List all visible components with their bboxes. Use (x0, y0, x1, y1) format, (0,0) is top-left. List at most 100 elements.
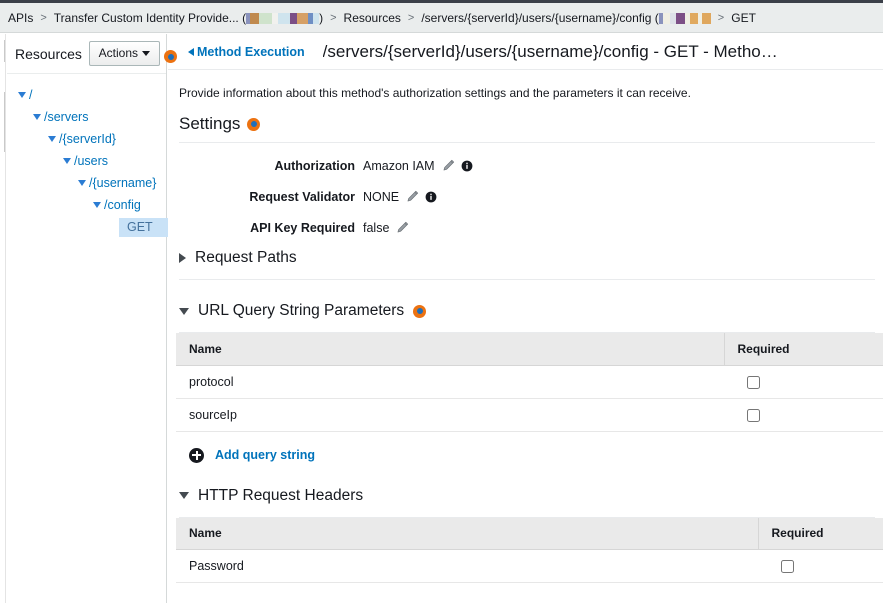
column-header-required: Required (758, 518, 883, 550)
tree-item-serverid[interactable]: /{serverId} (7, 128, 166, 150)
required-checkbox[interactable] (781, 560, 794, 573)
plus-icon (189, 448, 204, 463)
chevron-down-icon[interactable] (30, 114, 44, 120)
info-icon[interactable] (461, 160, 473, 172)
help-bubble-icon-query-params[interactable] (413, 305, 426, 318)
section-header-url-query-string-parameters[interactable]: URL Query String Parameters (179, 296, 883, 326)
setting-label: Request Validator (168, 190, 363, 204)
tree-item-users[interactable]: /users (7, 150, 166, 172)
help-bubble-icon-panel[interactable] (164, 50, 177, 63)
tree-item-[interactable]: / (7, 84, 166, 106)
left-rail (0, 34, 6, 603)
add-query-string-row[interactable]: Add query string (189, 448, 883, 463)
chevron-down-glyph (33, 114, 41, 120)
arrow-left-icon (188, 48, 194, 56)
section-title-http-request-headers: HTTP Request Headers (198, 487, 363, 505)
section-header-http-request-headers[interactable]: HTTP Request Headers (179, 481, 883, 511)
table-row: sourceIp (176, 398, 883, 431)
sidebar-header: Resources Actions (7, 34, 166, 74)
chevron-down-icon[interactable] (90, 202, 104, 208)
tree-item-label: GET (119, 218, 175, 237)
table-header-row: Name Required (176, 518, 883, 550)
add-query-string-link[interactable]: Add query string (215, 448, 315, 462)
param-name-cell: Password (176, 550, 758, 583)
help-bubble-icon-settings[interactable] (247, 118, 260, 131)
tree-item-username[interactable]: /{username} (7, 172, 166, 194)
tree-item-label: /servers (44, 110, 88, 124)
tree-item-label: /users (74, 154, 108, 168)
query-string-parameters-table: Name Required protocolsourceIp (176, 333, 883, 432)
resources-sidebar: Resources Actions / /servers /{serverId} /u… (7, 34, 167, 603)
chevron-down-icon (179, 492, 189, 499)
param-name-cell: protocol (176, 365, 724, 398)
required-checkbox[interactable] (747, 376, 760, 389)
setting-row-api-key-required: API Key Requiredfalse (168, 212, 883, 243)
tree-item-servers[interactable]: /servers (7, 106, 166, 128)
breadcrumb-api-id-redacted: () (239, 11, 323, 25)
chevron-down-icon[interactable] (45, 136, 59, 142)
rail-tick-lower (0, 92, 5, 152)
tree-item-label: / (29, 88, 32, 102)
pencil-edit-icon[interactable] (406, 190, 419, 203)
resource-tree: / /servers /{serverId} /users /{username} /co… (7, 74, 166, 238)
setting-value: false (363, 221, 409, 235)
setting-row-authorization: AuthorizationAmazon IAM (168, 150, 883, 181)
chevron-down-glyph (18, 92, 26, 98)
tree-item-label: /{serverId} (59, 132, 116, 146)
section-title-url-query-string-parameters: URL Query String Parameters (198, 302, 404, 320)
param-name-cell: sourceIp (176, 398, 724, 431)
param-required-cell (724, 398, 883, 431)
settings-heading-row: Settings (179, 114, 883, 134)
tree-item-label: /config (104, 198, 141, 212)
tree-item-config[interactable]: /config (7, 194, 166, 216)
intro-description: Provide information about this method's … (168, 70, 883, 100)
request-paths-divider (179, 279, 875, 280)
breadcrumb-separator: > (718, 12, 724, 24)
column-header-name: Name (176, 518, 758, 550)
setting-value: NONE (363, 190, 437, 204)
breadcrumb-item-resource-path[interactable]: /servers/{serverId}/users/{username}/con… (421, 11, 651, 25)
resources-title: Resources (15, 46, 82, 62)
pencil-edit-icon[interactable] (396, 221, 409, 234)
chevron-down-glyph (48, 136, 56, 142)
back-to-method-execution-link[interactable]: Method Execution (188, 45, 305, 59)
page-title: /servers/{serverId}/users/{username}/con… (323, 42, 778, 62)
chevron-down-icon[interactable] (15, 92, 29, 98)
settings-divider (179, 142, 875, 143)
breadcrumb-item-resources[interactable]: Resources (344, 11, 401, 25)
breadcrumb-resource-id-redacted: ( (651, 11, 710, 25)
param-required-cell (724, 365, 883, 398)
actions-button-label: Actions (99, 46, 138, 60)
breadcrumb-separator: > (40, 12, 46, 24)
actions-button[interactable]: Actions (89, 41, 160, 66)
setting-row-request-validator: Request ValidatorNONE (168, 181, 883, 212)
settings-heading: Settings (179, 114, 240, 134)
required-checkbox[interactable] (747, 409, 760, 422)
pencil-edit-icon[interactable] (442, 159, 455, 172)
param-required-cell (758, 550, 883, 583)
http-request-headers-table: Name Required Password (176, 518, 883, 584)
breadcrumb-item-api-name[interactable]: Transfer Custom Identity Provide... (54, 11, 239, 25)
settings-rows: AuthorizationAmazon IAMRequest Validator… (168, 150, 883, 243)
setting-value: Amazon IAM (363, 159, 473, 173)
info-icon[interactable] (425, 191, 437, 203)
breadcrumb-item-method: GET (731, 11, 756, 25)
section-title-request-paths: Request Paths (195, 249, 297, 267)
chevron-down-icon[interactable] (60, 158, 74, 164)
back-link-label: Method Execution (197, 45, 305, 59)
column-header-required: Required (724, 333, 883, 365)
breadcrumb-separator: > (330, 12, 336, 24)
section-header-request-paths[interactable]: Request Paths (179, 243, 883, 273)
table-row: Password (176, 550, 883, 583)
chevron-down-glyph (63, 158, 71, 164)
chevron-down-icon[interactable] (75, 180, 89, 186)
chevron-down-glyph (78, 180, 86, 186)
setting-label: Authorization (168, 159, 363, 173)
breadcrumb-separator: > (408, 12, 414, 24)
query-table-body: protocolsourceIp (176, 365, 883, 431)
breadcrumb-item-apis[interactable]: APIs (8, 11, 33, 25)
content-header: Method Execution /servers/{serverId}/use… (168, 34, 883, 70)
chevron-down-glyph (93, 202, 101, 208)
table-header-row: Name Required (176, 333, 883, 365)
tree-item-get[interactable]: GET (7, 216, 166, 238)
